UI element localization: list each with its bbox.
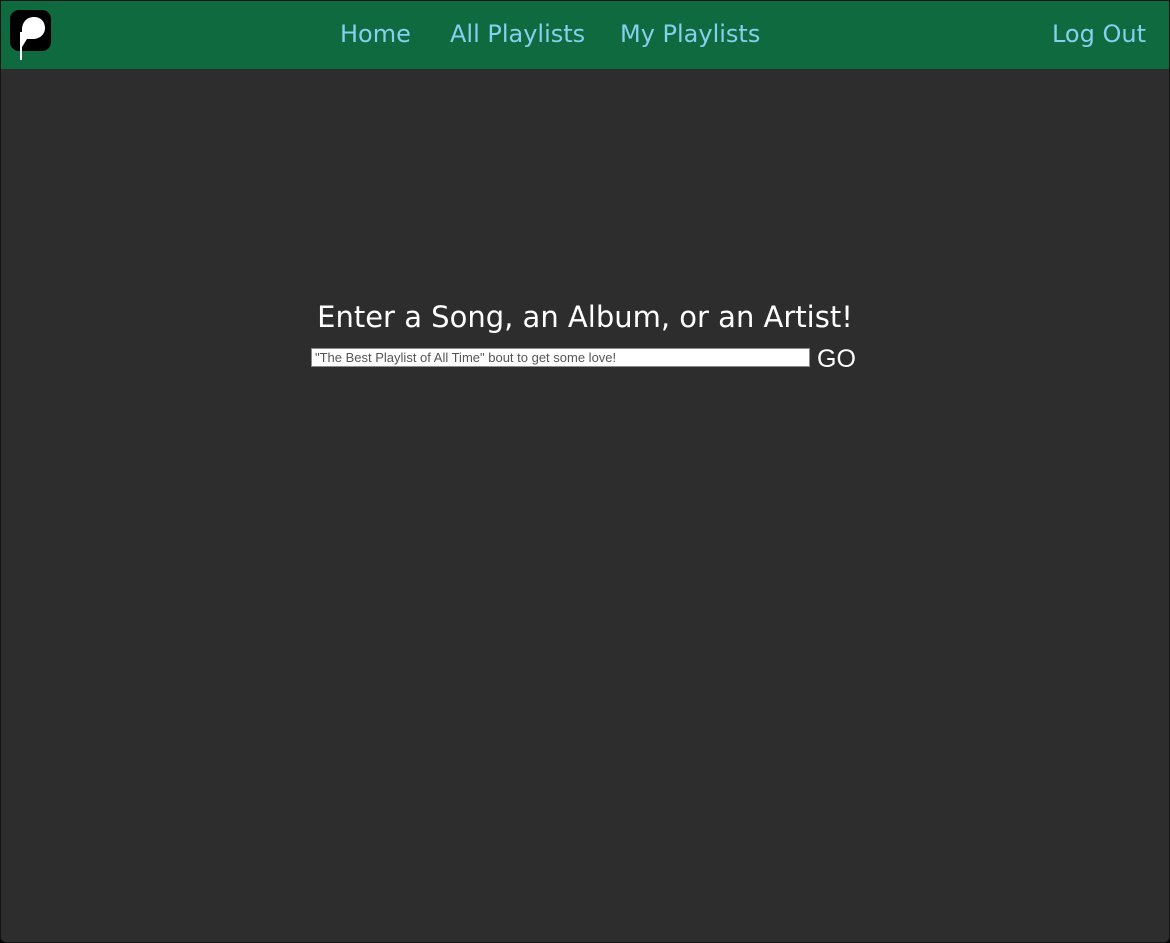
search-input[interactable] <box>311 348 810 367</box>
navbar: Home All Playlists My Playlists Log Out <box>1 1 1169 69</box>
app-window: Home All Playlists My Playlists Log Out … <box>0 0 1170 943</box>
search-heading: Enter a Song, an Album, or an Artist! <box>317 300 853 334</box>
nav-home-link[interactable]: Home <box>340 18 411 50</box>
log-out-link[interactable]: Log Out <box>1052 18 1146 50</box>
nav-all-playlists-link[interactable]: All Playlists <box>450 18 585 50</box>
go-button[interactable]: GO <box>814 344 859 374</box>
nav-my-playlists-link[interactable]: My Playlists <box>620 18 760 50</box>
playlist-p-logo-icon[interactable] <box>10 10 51 60</box>
search-form: GO <box>311 345 871 373</box>
search-section: Enter a Song, an Album, or an Artist! GO <box>1 297 1169 373</box>
